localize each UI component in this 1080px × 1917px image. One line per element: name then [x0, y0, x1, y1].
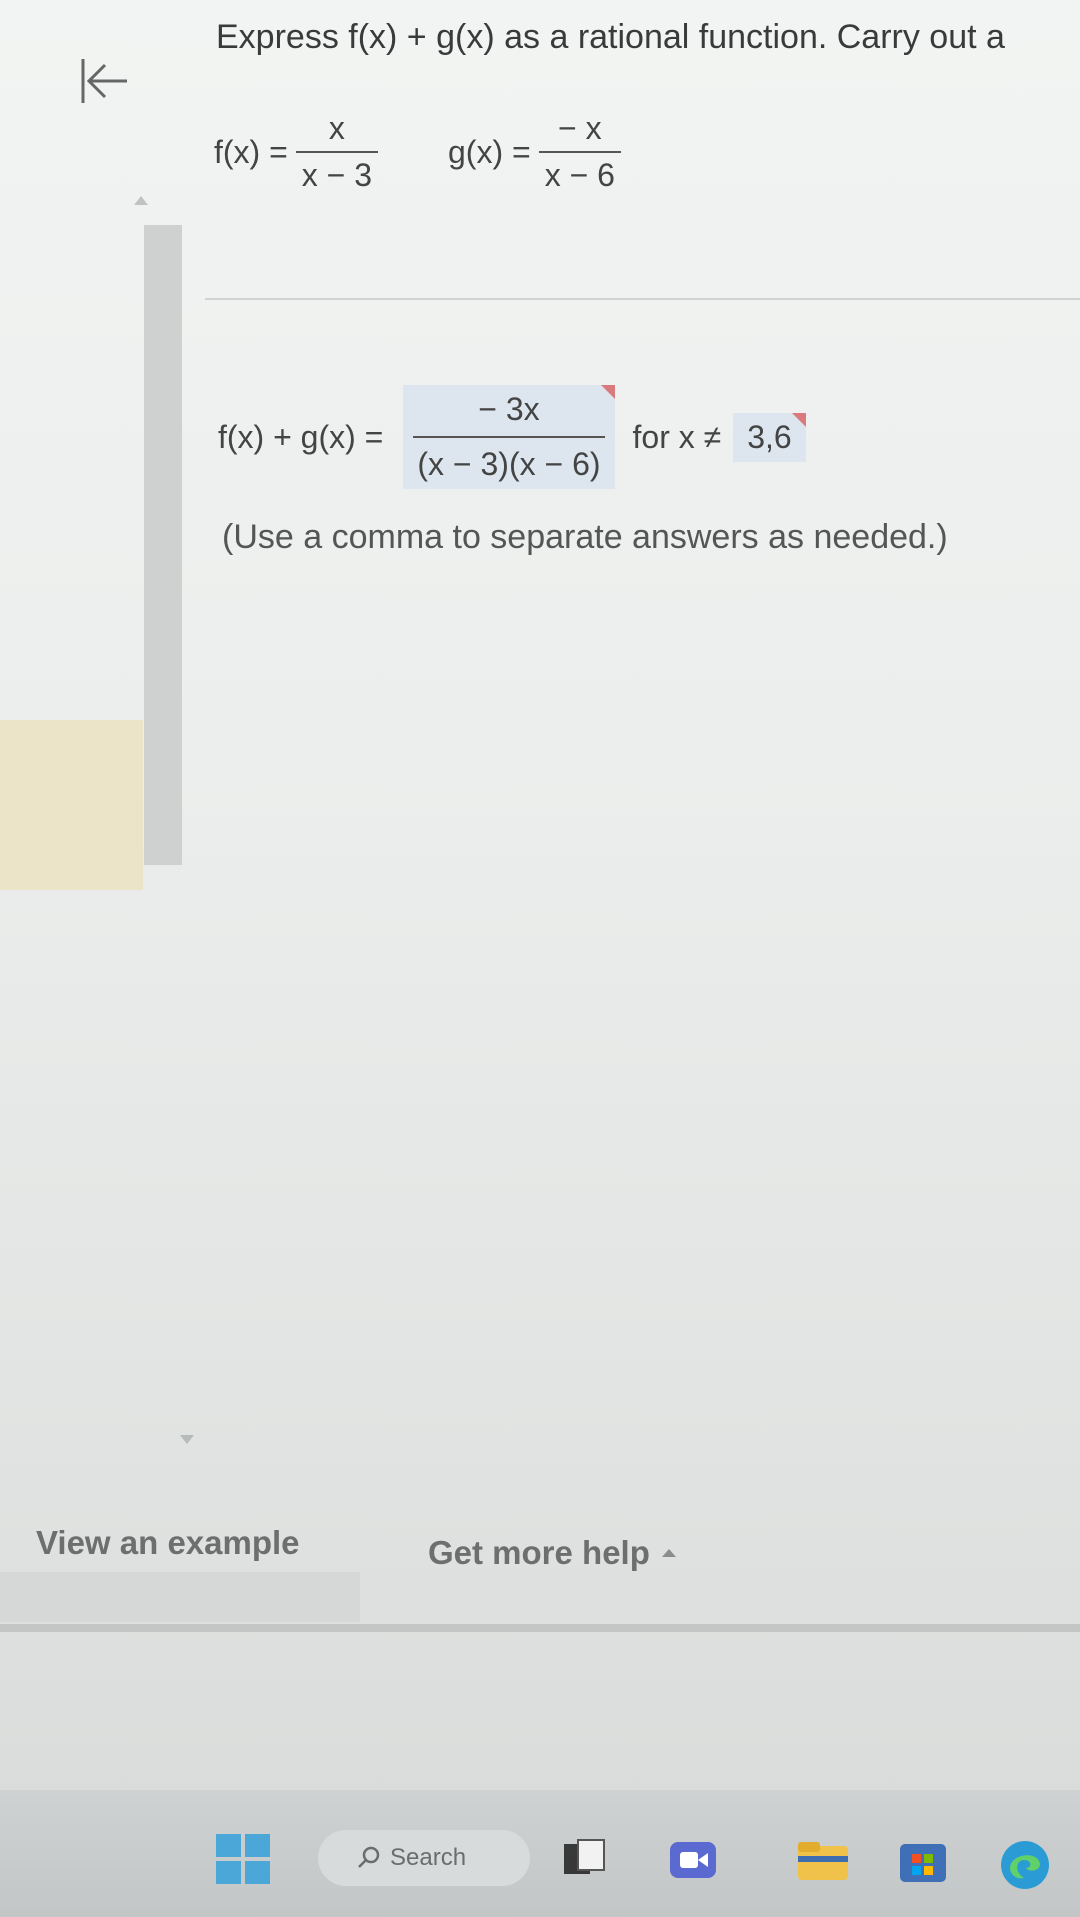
function-f-denominator: x − 3: [295, 151, 379, 194]
search-icon: [358, 1846, 380, 1868]
video-call-icon[interactable]: [668, 1838, 718, 1882]
answer-hint: (Use a comma to separate answers as need…: [222, 518, 948, 556]
microsoft-store-icon[interactable]: [898, 1838, 948, 1884]
scrollbar-thumb[interactable]: [144, 225, 182, 865]
answer-numerator[interactable]: − 3x: [474, 391, 543, 436]
file-explorer-icon[interactable]: [796, 1838, 850, 1884]
function-g-label: g(x) =: [448, 133, 531, 170]
back-to-start-icon: [81, 59, 127, 103]
excluded-values-input[interactable]: 3,6: [733, 412, 806, 462]
taskbar-search[interactable]: Search: [318, 1830, 530, 1886]
function-g-fraction: − x x − 6: [538, 110, 621, 194]
caret-up-icon: [661, 1549, 676, 1557]
answer-label: f(x) + g(x) =: [218, 418, 384, 455]
question-panel: [200, 0, 1080, 1470]
incorrect-marker-icon: [600, 385, 615, 399]
function-f-label: f(x) =: [214, 133, 288, 170]
question-prompt: Express f(x) + g(x) as a rational functi…: [216, 18, 1005, 56]
get-more-help-label: Get more help: [428, 1534, 650, 1571]
function-f-fraction: x x − 3: [295, 110, 379, 194]
answer-fraction-input[interactable]: − 3x (x − 3)(x − 6): [403, 385, 615, 489]
left-panel-highlight: [0, 720, 143, 890]
back-button[interactable]: [72, 50, 134, 112]
answer-denominator[interactable]: (x − 3)(x − 6): [413, 436, 605, 483]
edge-browser-icon[interactable]: [998, 1838, 1052, 1892]
excluded-values-text[interactable]: 3,6: [747, 419, 791, 455]
function-f: f(x) = x x − 3: [214, 110, 379, 194]
function-g-denominator: x − 6: [538, 151, 621, 194]
answer-row: f(x) + g(x) = − 3x (x − 3)(x − 6) for x …: [218, 385, 806, 489]
incorrect-marker-icon: [791, 412, 806, 427]
footer-divider: [0, 1624, 1080, 1632]
function-g: g(x) = − x x − 6: [448, 110, 621, 194]
domain-restriction-label: for x ≠: [632, 418, 722, 455]
function-g-numerator: − x: [558, 110, 602, 146]
get-more-help-button[interactable]: Get more help: [428, 1534, 676, 1572]
task-view-icon[interactable]: [562, 1838, 606, 1878]
windows-start-icon[interactable]: [216, 1834, 270, 1884]
section-divider: [205, 298, 1080, 300]
taskbar-search-label: Search: [390, 1844, 467, 1871]
footer-band: [0, 1572, 360, 1622]
function-f-numerator: x: [328, 110, 345, 146]
scroll-down-arrow-icon[interactable]: [180, 1435, 194, 1444]
scroll-up-arrow-icon[interactable]: [134, 196, 148, 205]
view-example-link[interactable]: View an example: [36, 1524, 300, 1562]
